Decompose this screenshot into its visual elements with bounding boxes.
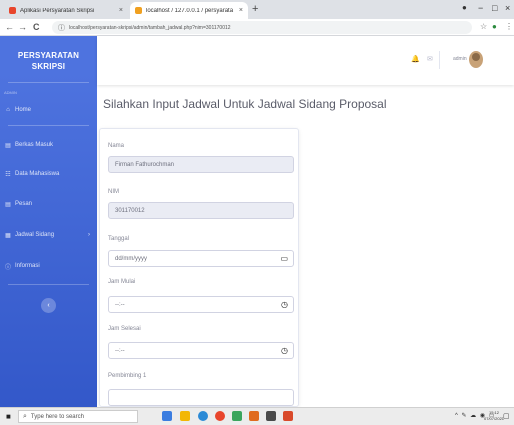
home-icon: ⌂ — [6, 107, 10, 113]
app-icon[interactable] — [283, 411, 293, 421]
url-text: localhost/persyaratan-skripsi/admin/tamb… — [69, 24, 231, 31]
envelope-icon[interactable]: ✉ — [427, 56, 433, 64]
maximize-icon[interactable]: □ — [492, 3, 497, 13]
clock-icon[interactable]: ◷ — [281, 346, 288, 355]
favicon-icon — [135, 7, 142, 14]
nama-value: Firman Fathurochman — [115, 161, 175, 168]
sidebar-item-jadwal-sidang[interactable]: ▦ Jadwal Sidang › — [4, 229, 94, 241]
tab-title: Aplikasi Persyaratan Skripsi — [20, 7, 95, 14]
task-view-icon[interactable] — [162, 411, 172, 421]
tab-aplikasi[interactable]: Aplikasi Persyaratan Skripsi × — [4, 2, 128, 19]
sidebar-brand[interactable]: PERSYARATAN SKRIPSI — [0, 50, 97, 72]
taskbar-search-field[interactable]: ⌕ Type here to search — [18, 410, 138, 423]
store-icon[interactable] — [232, 411, 242, 421]
minimize-icon[interactable]: − — [478, 3, 483, 13]
jadwal-form-card: Nama Firman Fathurochman NIM 301170012 T… — [99, 128, 299, 407]
search-placeholder: Type here to search — [30, 413, 84, 420]
avatar[interactable] — [469, 51, 483, 68]
nim-field: 301170012 — [108, 202, 294, 219]
pembimbing-1-label: Pembimbing 1 — [108, 373, 147, 379]
sidebar-divider — [8, 125, 89, 126]
sidebar-item-label: Berkas Masuk — [15, 142, 54, 148]
jam-mulai-field[interactable]: --:-- ◷ — [108, 296, 294, 313]
tab-phpmyadmin[interactable]: localhost / 127.0.0.1 / persyarata × — [130, 2, 248, 19]
nama-field: Firman Fathurochman — [108, 156, 294, 173]
bell-icon[interactable]: 🔔 — [411, 56, 420, 64]
calendar-icon: ▦ — [5, 232, 11, 239]
sidebar-item-label: Pesan — [15, 201, 33, 207]
clock-date: 07/07/2021 — [484, 416, 505, 421]
clock-icon[interactable]: ◷ — [281, 300, 288, 309]
new-tab-icon[interactable]: + — [252, 3, 258, 15]
folder-icon: ▤ — [5, 142, 11, 149]
brand-line-1: PERSYARATAN — [17, 51, 80, 60]
editor-icon[interactable] — [266, 411, 276, 421]
sidebar-divider — [8, 82, 89, 83]
topbar: 🔔 ✉ admin — [97, 36, 514, 85]
sidebar-item-label: Jadwal Sidang — [15, 232, 55, 238]
favicon-icon — [9, 7, 16, 14]
page-title: Silahkan Input Jadwal Untuk Jadwal Sidan… — [103, 97, 387, 111]
tanggal-field[interactable]: dd/mm/yyyy ▭ — [108, 250, 294, 267]
user-name[interactable]: admin — [453, 56, 467, 62]
message-icon: ▤ — [5, 201, 11, 208]
bookmark-star-icon[interactable]: ☆ — [480, 22, 487, 32]
edge-icon[interactable] — [198, 411, 208, 421]
sidebar: PERSYARATAN SKRIPSI ADMIN ⌂ Home ▤ Berka… — [0, 36, 97, 407]
tab-title: localhost / 127.0.0.1 / persyarata — [146, 7, 234, 14]
sidebar-divider — [8, 284, 89, 285]
tanggal-label: Tanggal — [108, 236, 130, 242]
table-icon: ☷ — [5, 171, 11, 178]
sidebar-item-berkas-masuk[interactable]: ▤ Berkas Masuk — [4, 139, 94, 151]
sidebar-item-pesan[interactable]: ▤ Pesan — [4, 198, 94, 210]
sidebar-item-label: Informasi — [15, 263, 40, 269]
tab-close-icon[interactable]: × — [239, 7, 243, 14]
jam-selesai-label: Jam Selesai — [108, 326, 141, 332]
nim-label: NIM — [108, 189, 119, 195]
info-icon: ⓘ — [4, 264, 11, 271]
jam-selesai-placeholder: --:-- — [115, 347, 125, 354]
url-field[interactable]: ⓘ localhost/persyaratan-skripsi/admin/ta… — [52, 21, 472, 34]
chrome-icon[interactable] — [215, 411, 225, 421]
back-icon[interactable]: ← — [5, 21, 14, 33]
address-bar-row: ← → C ⓘ localhost/persyaratan-skripsi/ad… — [0, 19, 514, 36]
reload-icon[interactable]: C — [33, 21, 40, 33]
notification-icon[interactable]: ▢ — [503, 412, 510, 420]
clock[interactable]: 15:12 07/07/2021 — [484, 410, 504, 422]
sidebar-heading: ADMIN — [4, 90, 17, 95]
tanggal-placeholder: dd/mm/yyyy — [115, 255, 148, 262]
sidebar-item-informasi[interactable]: ⓘ Informasi — [4, 260, 94, 272]
jam-mulai-label: Jam Mulai — [108, 279, 136, 285]
chevron-right-icon: › — [88, 232, 90, 238]
extension-icon[interactable]: ● — [492, 22, 497, 32]
topbar-divider — [439, 51, 440, 69]
nim-value: 301170012 — [115, 207, 145, 214]
sidebar-item-home[interactable]: ⌂ Home — [4, 104, 94, 116]
jam-mulai-placeholder: --:-- — [115, 301, 125, 308]
pembimbing-1-field[interactable] — [108, 389, 294, 406]
file-explorer-icon[interactable] — [180, 411, 190, 421]
calendar-icon[interactable]: ▭ — [280, 254, 288, 263]
browser-menu-icon[interactable]: ⋮ — [505, 22, 513, 32]
nama-label: Nama — [108, 143, 125, 149]
search-icon: ⌕ — [23, 412, 27, 420]
taskbar: ■ ⌕ Type here to search ^ ✎ ☁ ◉ ▭ 15:12 … — [0, 407, 514, 425]
sidebar-item-data-mahasiswa[interactable]: ☷ Data Mahasiswa — [4, 168, 94, 180]
forward-icon[interactable]: → — [18, 21, 27, 33]
sidebar-item-label: Data Mahasiswa — [15, 171, 60, 177]
sidebar-toggle-button[interactable]: ‹ — [41, 298, 56, 313]
profile-icon[interactable]: ● — [462, 3, 467, 13]
site-info-icon[interactable]: ⓘ — [58, 23, 65, 33]
close-window-icon[interactable]: × — [505, 3, 510, 13]
xampp-icon[interactable] — [249, 411, 259, 421]
sidebar-item-label: Home — [15, 107, 32, 113]
browser-tab-strip: Aplikasi Persyaratan Skripsi × localhost… — [0, 0, 514, 19]
brand-line-2: SKRIPSI — [31, 62, 66, 71]
jam-selesai-field[interactable]: --:-- ◷ — [108, 342, 294, 359]
windows-start-icon[interactable]: ■ — [6, 412, 11, 421]
tab-close-icon[interactable]: × — [119, 7, 123, 14]
